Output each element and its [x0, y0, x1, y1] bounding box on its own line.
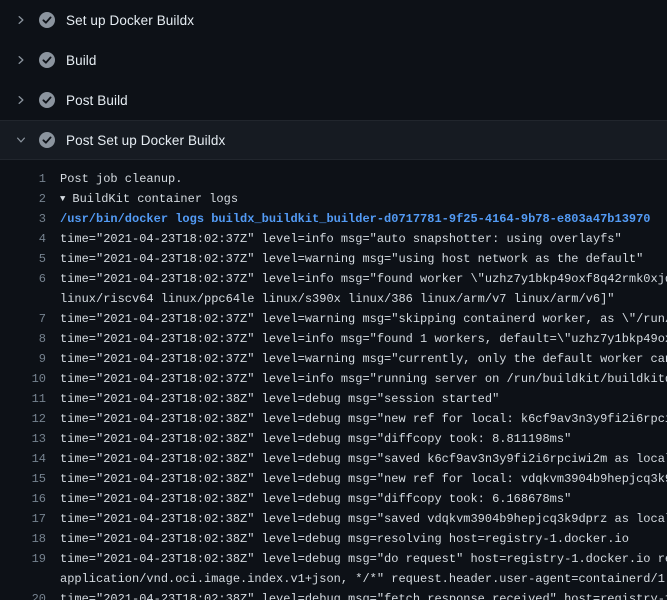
log-line: 18 time="2021-04-23T18:02:38Z" level=debu… [0, 529, 667, 549]
check-circle-icon [39, 92, 55, 108]
step-header-post-set-up-docker-buildx[interactable]: Post Set up Docker Buildx [0, 120, 667, 160]
log-line-text: BuildKit container logs [72, 189, 238, 209]
log-line: 5 time="2021-04-23T18:02:37Z" level=warni… [0, 249, 667, 269]
log-line-number[interactable]: 17 [0, 509, 46, 529]
log-line-number[interactable]: 5 [0, 249, 46, 269]
step-label: Post Build [66, 93, 128, 108]
step-header-set-up-docker-buildx[interactable]: Set up Docker Buildx [0, 0, 667, 40]
log-area: 1 Post job cleanup. 2 ▼ BuildKit container l… [0, 160, 667, 600]
log-line: 6 time="2021-04-23T18:02:37Z" level=info … [0, 269, 667, 289]
workflow-log-console: Set up Docker Buildx Build Post Build Post … [0, 0, 667, 600]
log-line-number[interactable]: 4 [0, 229, 46, 249]
log-line: 19 time="2021-04-23T18:02:38Z" level=debu… [0, 549, 667, 569]
log-line-number[interactable]: 12 [0, 409, 46, 429]
log-line: 10 time="2021-04-23T18:02:37Z" level=info… [0, 369, 667, 389]
log-line-number[interactable]: 3 [0, 209, 46, 229]
step-label: Set up Docker Buildx [66, 13, 194, 28]
log-line: 1 Post job cleanup. [0, 169, 667, 189]
log-line-text: time="2021-04-23T18:02:38Z" level=debug … [60, 489, 571, 509]
log-line-text: time="2021-04-23T18:02:37Z" level=warnin… [60, 309, 667, 329]
log-line-command: 3/usr/bin/docker logs buildx_buildkit_bu… [0, 209, 667, 229]
log-line: 12 time="2021-04-23T18:02:38Z" level=debu… [0, 409, 667, 429]
log-line-number[interactable]: 13 [0, 429, 46, 449]
log-line-number[interactable]: 7 [0, 309, 46, 329]
log-line-text[interactable]: /usr/bin/docker logs buildx_buildkit_bui… [60, 209, 651, 229]
log-line: 17 time="2021-04-23T18:02:38Z" level=debu… [0, 509, 667, 529]
log-line: 4 time="2021-04-23T18:02:37Z" level=info … [0, 229, 667, 249]
log-line-continuation: linux/riscv64 linux/ppc64le linux/s390x … [0, 289, 667, 309]
log-line: 7 time="2021-04-23T18:02:37Z" level=warni… [0, 309, 667, 329]
log-line-text: time="2021-04-23T18:02:38Z" level=debug … [60, 549, 667, 569]
log-line: 14 time="2021-04-23T18:02:38Z" level=debu… [0, 449, 667, 469]
log-line: 8 time="2021-04-23T18:02:37Z" level=info … [0, 329, 667, 349]
log-line-number[interactable]: 8 [0, 329, 46, 349]
log-line-number[interactable]: 16 [0, 489, 46, 509]
log-line-text: application/vnd.oci.image.index.v1+json,… [60, 569, 667, 589]
log-line-text: time="2021-04-23T18:02:38Z" level=debug … [60, 429, 571, 449]
log-line-text: time="2021-04-23T18:02:37Z" level=warnin… [60, 249, 643, 269]
log-line-number[interactable]: 14 [0, 449, 46, 469]
log-line-number[interactable]: 11 [0, 389, 46, 409]
log-line: 20 time="2021-04-23T18:02:38Z" level=debu… [0, 589, 667, 600]
log-line-text: time="2021-04-23T18:02:38Z" level=debug … [60, 409, 667, 429]
chevron-down-icon[interactable] [14, 133, 28, 147]
log-line-number[interactable]: 2 [0, 189, 46, 209]
log-line-number[interactable]: 15 [0, 469, 46, 489]
log-line-text: time="2021-04-23T18:02:37Z" level=info m… [60, 269, 667, 289]
log-line: 15 time="2021-04-23T18:02:38Z" level=debu… [0, 469, 667, 489]
check-circle-icon [39, 12, 55, 28]
log-line: 13 time="2021-04-23T18:02:38Z" level=debu… [0, 429, 667, 449]
log-line-number[interactable]: 1 [0, 169, 46, 189]
chevron-right-icon[interactable] [14, 13, 28, 27]
log-line-text: time="2021-04-23T18:02:38Z" level=debug … [60, 469, 667, 489]
log-line: 9 time="2021-04-23T18:02:37Z" level=warni… [0, 349, 667, 369]
step-list: Set up Docker Buildx Build Post Build Post … [0, 0, 667, 160]
step-header-build[interactable]: Build [0, 40, 667, 80]
log-line-text: Post job cleanup. [60, 169, 182, 189]
group-collapse-marker-icon[interactable]: ▼ [60, 189, 65, 209]
log-line-number[interactable]: 9 [0, 349, 46, 369]
step-header-post-build[interactable]: Post Build [0, 80, 667, 120]
log-line-text: time="2021-04-23T18:02:38Z" level=debug … [60, 389, 499, 409]
log-line-number[interactable]: 10 [0, 369, 46, 389]
log-group-header[interactable]: 2 ▼ BuildKit container logs [0, 189, 667, 209]
log-line-text: time="2021-04-23T18:02:37Z" level=info m… [60, 329, 667, 349]
log-line-text: time="2021-04-23T18:02:38Z" level=debug … [60, 449, 667, 469]
check-circle-icon [39, 132, 55, 148]
log-line: 11 time="2021-04-23T18:02:38Z" level=debu… [0, 389, 667, 409]
log-line-text: time="2021-04-23T18:02:37Z" level=warnin… [60, 349, 667, 369]
log-line-number[interactable]: 6 [0, 269, 46, 289]
step-label: Build [66, 53, 97, 68]
log-line-number [0, 289, 46, 309]
log-line: 16 time="2021-04-23T18:02:38Z" level=debu… [0, 489, 667, 509]
step-label: Post Set up Docker Buildx [66, 133, 225, 148]
log-line-text: linux/riscv64 linux/ppc64le linux/s390x … [60, 289, 615, 309]
log-line-number[interactable]: 18 [0, 529, 46, 549]
log-line-text: time="2021-04-23T18:02:38Z" level=debug … [60, 509, 667, 529]
chevron-right-icon[interactable] [14, 53, 28, 67]
log-line-text: time="2021-04-23T18:02:38Z" level=debug … [60, 529, 629, 549]
check-circle-icon [39, 52, 55, 68]
log-line-text: time="2021-04-23T18:02:37Z" level=info m… [60, 229, 622, 249]
log-line-continuation: application/vnd.oci.image.index.v1+json,… [0, 569, 667, 589]
log-line-number[interactable]: 19 [0, 549, 46, 569]
log-line-text: time="2021-04-23T18:02:37Z" level=info m… [60, 369, 667, 389]
log-line-text: time="2021-04-23T18:02:38Z" level=debug … [60, 589, 667, 600]
chevron-right-icon[interactable] [14, 93, 28, 107]
log-line-number [0, 569, 46, 589]
log-line-number[interactable]: 20 [0, 589, 46, 600]
